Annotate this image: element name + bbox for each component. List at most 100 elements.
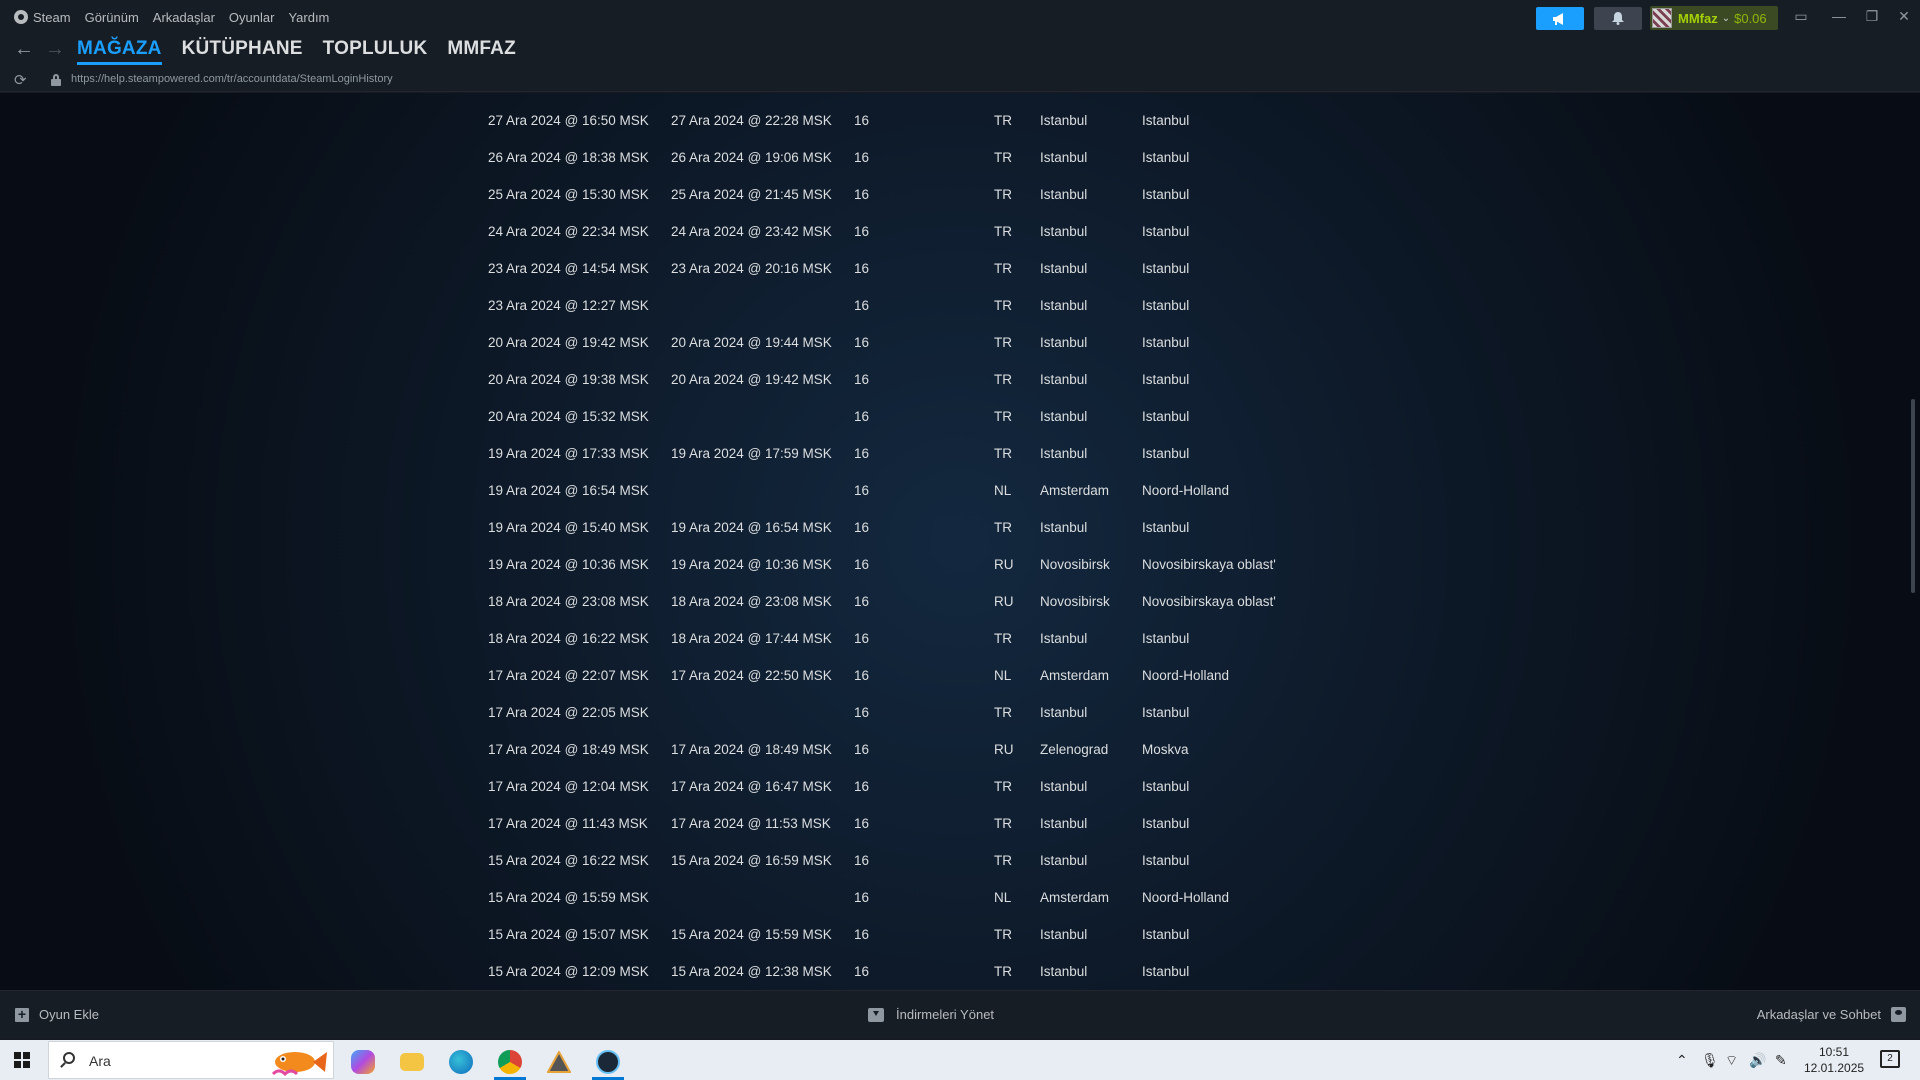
title-bar: Steam Görünüm Arkadaşlar Oyunlar Yardım …: [0, 0, 1920, 36]
logout-time: 24 Ara 2024 @ 23:42 MSK: [671, 224, 832, 239]
region: Istanbul: [1142, 298, 1190, 313]
taskbar-search[interactable]: Ara: [48, 1041, 334, 1079]
city: Istanbul: [1040, 409, 1088, 424]
main-nav: ← → MAĞAZA KÜTÜPHANE TOPLULUK MMFAZ: [0, 36, 1920, 68]
search-icon: [63, 1052, 75, 1064]
notification-center-icon[interactable]: 2: [1880, 1050, 1900, 1068]
volume-icon[interactable]: 🔊: [1749, 1052, 1766, 1069]
city: Novosibirsk: [1040, 557, 1110, 572]
region: Istanbul: [1142, 261, 1190, 276]
city: Istanbul: [1040, 705, 1088, 720]
tab-community[interactable]: TOPLULUK: [323, 36, 428, 65]
city: Novosibirsk: [1040, 594, 1110, 609]
city: Amsterdam: [1040, 668, 1110, 683]
login-time: 20 Ara 2024 @ 19:38 MSK: [488, 372, 649, 387]
forward-arrow-icon[interactable]: →: [45, 38, 65, 61]
country-code: TR: [994, 816, 1012, 831]
plus-icon: +: [15, 1007, 29, 1022]
menu-steam[interactable]: Steam: [14, 10, 71, 25]
city: Istanbul: [1040, 113, 1088, 128]
login-time: 15 Ara 2024 @ 16:22 MSK: [488, 853, 649, 868]
country-code: TR: [994, 113, 1012, 128]
wifi-icon[interactable]: ⌔: [1725, 1052, 1738, 1070]
menu-view[interactable]: Görünüm: [85, 10, 139, 25]
region: Istanbul: [1142, 520, 1190, 535]
notifications-button[interactable]: [1594, 7, 1642, 30]
back-arrow-icon[interactable]: ←: [14, 38, 34, 61]
url-bar: ⟳ https://help.steampowered.com/tr/accou…: [0, 68, 1920, 92]
microphone-icon[interactable]: 🎙: [1701, 1052, 1719, 1069]
add-game-label: Oyun Ekle: [39, 1007, 99, 1022]
tab-store[interactable]: MAĞAZA: [77, 36, 162, 65]
country-code: TR: [994, 372, 1012, 387]
logout-time: 26 Ara 2024 @ 19:06 MSK: [671, 150, 832, 165]
country-code: TR: [994, 446, 1012, 461]
pen-icon[interactable]: ✎: [1775, 1052, 1787, 1069]
login-time: 20 Ara 2024 @ 19:42 MSK: [488, 335, 649, 350]
reload-icon[interactable]: ⟳: [14, 71, 27, 89]
table-row: 27 Ara 2024 @ 16:50 MSK 27 Ara 2024 @ 22:…: [488, 113, 1388, 133]
region: Istanbul: [1142, 779, 1190, 794]
page-content: 27 Ara 2024 @ 16:50 MSK 27 Ara 2024 @ 22:…: [0, 93, 1920, 990]
country-code: NL: [994, 668, 1012, 683]
os-type: 16: [854, 668, 870, 683]
clock-date: 12.01.2025: [1804, 1061, 1865, 1075]
menu-help[interactable]: Yardım: [288, 10, 329, 25]
country-code: NL: [994, 483, 1012, 498]
scrollbar[interactable]: [1911, 399, 1915, 593]
os-type: 16: [854, 594, 870, 609]
os-type: 16: [854, 964, 870, 979]
os-type: 16: [854, 742, 870, 757]
chrome-icon[interactable]: [490, 1044, 530, 1080]
table-row: 17 Ara 2024 @ 18:49 MSK 17 Ara 2024 @ 18:…: [488, 742, 1388, 762]
login-time: 15 Ara 2024 @ 15:07 MSK: [488, 927, 649, 942]
region: Istanbul: [1142, 409, 1190, 424]
country-code: TR: [994, 187, 1012, 202]
logout-time: 17 Ara 2024 @ 18:49 MSK: [671, 742, 832, 757]
big-picture-icon[interactable]: ▭: [1793, 8, 1809, 24]
table-row: 17 Ara 2024 @ 22:05 MSK 16 TR Istanbul Istan…: [488, 705, 1388, 725]
restore-icon[interactable]: ❐: [1864, 8, 1880, 24]
logout-time: 20 Ara 2024 @ 19:42 MSK: [671, 372, 832, 387]
os-type: 16: [854, 927, 870, 942]
login-time: 17 Ara 2024 @ 12:04 MSK: [488, 779, 649, 794]
wallet-balance: $0.06: [1734, 10, 1767, 26]
table-row: 17 Ara 2024 @ 22:07 MSK 17 Ara 2024 @ 22:…: [488, 668, 1388, 688]
logout-time: 27 Ara 2024 @ 22:28 MSK: [671, 113, 832, 128]
steam-taskbar-icon[interactable]: [588, 1044, 628, 1080]
manage-downloads-button[interactable]: İndirmeleri Yönet: [868, 1007, 994, 1022]
login-time: 24 Ara 2024 @ 22:34 MSK: [488, 224, 649, 239]
file-explorer-icon[interactable]: [392, 1044, 432, 1080]
chevron-up-icon[interactable]: ⌃: [1676, 1052, 1688, 1069]
taskbar-clock[interactable]: 10:51 12.01.2025: [1804, 1044, 1864, 1076]
table-row: 19 Ara 2024 @ 17:33 MSK 19 Ara 2024 @ 17:…: [488, 446, 1388, 466]
region: Noord-Holland: [1142, 668, 1230, 683]
table-row: 20 Ara 2024 @ 19:38 MSK 20 Ara 2024 @ 19:…: [488, 372, 1388, 392]
app-triangle-icon[interactable]: [539, 1044, 579, 1080]
region: Istanbul: [1142, 631, 1190, 646]
close-icon[interactable]: ✕: [1896, 8, 1912, 24]
table-row: 25 Ara 2024 @ 15:30 MSK 25 Ara 2024 @ 21:…: [488, 187, 1388, 207]
minimize-icon[interactable]: —: [1831, 8, 1847, 24]
os-type: 16: [854, 409, 870, 424]
tab-library[interactable]: KÜTÜPHANE: [182, 36, 303, 65]
city: Istanbul: [1040, 520, 1088, 535]
add-game-button[interactable]: + Oyun Ekle: [15, 1007, 99, 1022]
edge-icon[interactable]: [441, 1044, 481, 1080]
menu-games[interactable]: Oyunlar: [229, 10, 275, 25]
logout-time: 20 Ara 2024 @ 19:44 MSK: [671, 335, 832, 350]
menu-friends[interactable]: Arkadaşlar: [153, 10, 215, 25]
friends-chat-button[interactable]: Arkadaşlar ve Sohbet: [1757, 1007, 1906, 1022]
account-menu[interactable]: MMfaz ⌄ $0.06: [1650, 6, 1778, 30]
tab-profile[interactable]: MMFAZ: [447, 36, 516, 65]
os-type: 16: [854, 631, 870, 646]
os-type: 16: [854, 113, 870, 128]
os-type: 16: [854, 853, 870, 868]
region: Novosibirskaya oblast': [1142, 557, 1276, 572]
region: Moskva: [1142, 742, 1189, 757]
copilot-icon[interactable]: [343, 1044, 383, 1080]
url-text[interactable]: https://help.steampowered.com/tr/account…: [71, 73, 393, 85]
megaphone-icon: [1553, 12, 1563, 25]
announcements-button[interactable]: [1536, 7, 1584, 30]
windows-start-icon[interactable]: [14, 1052, 30, 1068]
